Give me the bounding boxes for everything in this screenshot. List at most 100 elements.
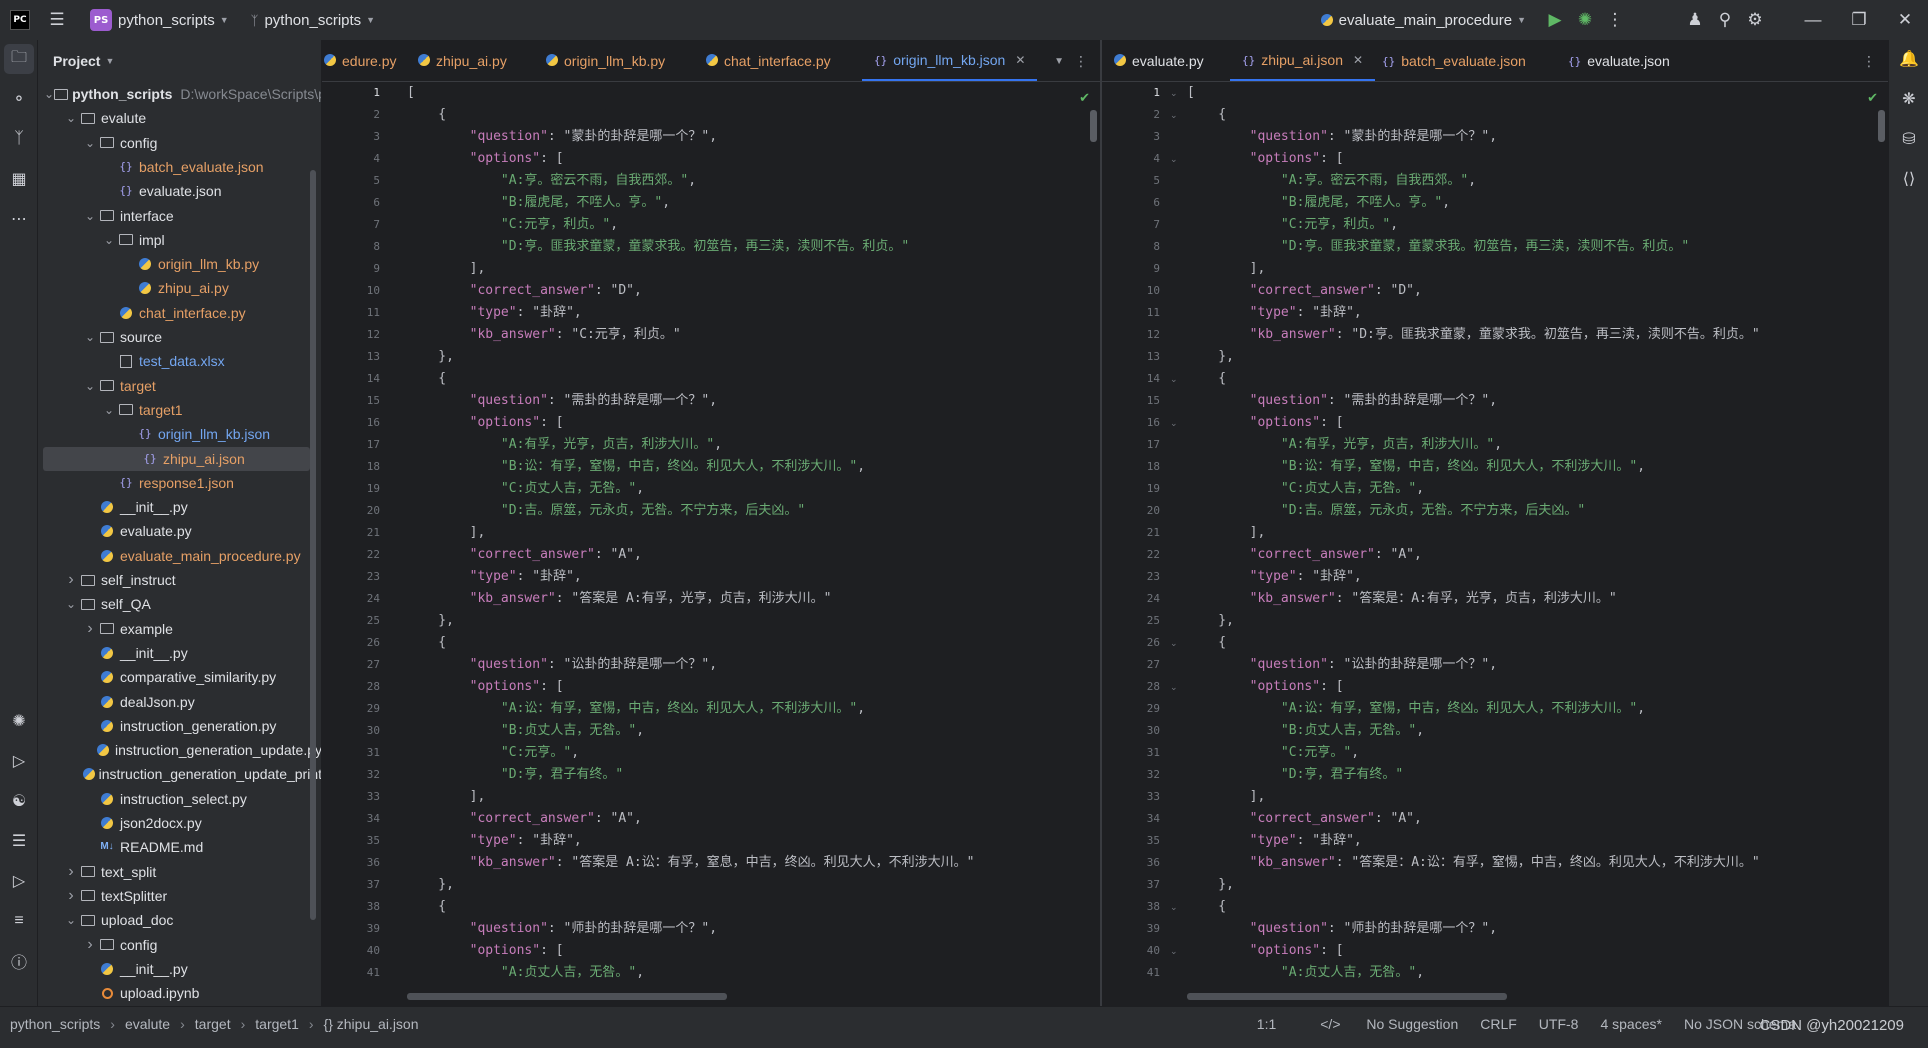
breadcrumb-item[interactable]: target1 bbox=[255, 1016, 299, 1032]
fold-chevron-icon[interactable]: ⌄ bbox=[1170, 676, 1180, 698]
chevron-down-icon[interactable]: ⌄ bbox=[82, 325, 98, 349]
tree-item[interactable]: chat_interface.py bbox=[38, 301, 321, 325]
project-switcher[interactable]: PS python_scripts ▼ bbox=[90, 9, 229, 31]
database-icon[interactable]: ⛁ bbox=[1894, 124, 1924, 154]
tree-item[interactable]: ⌄ evalute bbox=[38, 106, 321, 130]
terminal-icon[interactable]: ≡ bbox=[4, 906, 34, 936]
tree-item[interactable]: evaluate.py bbox=[38, 519, 321, 543]
chevron-down-icon[interactable]: ⌄ bbox=[63, 908, 79, 932]
right-horizontal-scrollbar[interactable] bbox=[1187, 993, 1507, 1000]
tree-item[interactable]: › config bbox=[38, 933, 321, 957]
branch-switcher[interactable]: ᛉ python_scripts ▼ bbox=[251, 12, 375, 29]
run-icon[interactable]: ▶ bbox=[1540, 5, 1570, 35]
more-tabs-icon[interactable]: ⋮ bbox=[1862, 40, 1876, 81]
tree-item[interactable]: origin_llm_kb.py bbox=[38, 252, 321, 276]
fold-chevron-icon[interactable]: ⌄ bbox=[1170, 940, 1180, 962]
breadcrumb-item[interactable]: python_scripts bbox=[10, 1016, 100, 1032]
tree-item[interactable]: __init__.py bbox=[38, 495, 321, 519]
line-separator[interactable]: CRLF bbox=[1480, 1016, 1517, 1032]
more-icon[interactable]: ⋮ bbox=[1600, 5, 1630, 35]
chevron-down-icon[interactable]: ⌄ bbox=[82, 374, 98, 398]
tree-item[interactable]: M↓ README.md bbox=[38, 835, 321, 859]
chevron-down-icon[interactable]: ⌄ bbox=[63, 106, 79, 130]
left-horizontal-scrollbar[interactable] bbox=[407, 993, 727, 1000]
fold-chevron-icon[interactable]: ⌄ bbox=[1170, 148, 1180, 170]
editor-tab[interactable]: {} origin_llm_kb.json ✕ bbox=[862, 40, 1038, 81]
close-window-icon[interactable]: ✕ bbox=[1882, 5, 1928, 35]
tree-item[interactable]: ⌄ config bbox=[38, 131, 321, 155]
chevron-right-icon[interactable]: › bbox=[63, 568, 79, 592]
main-menu-icon[interactable]: ☰ bbox=[42, 5, 72, 35]
editor-tab[interactable]: {} zhipu_ai.json ✕ bbox=[1230, 40, 1376, 81]
fold-chevron-icon[interactable]: ⌄ bbox=[1170, 412, 1180, 434]
layers-icon[interactable]: ☰ bbox=[4, 826, 34, 856]
tree-item[interactable]: {} origin_llm_kb.json bbox=[38, 422, 321, 446]
search-icon[interactable]: ⚲ bbox=[1710, 5, 1740, 35]
chevron-down-icon[interactable]: ⌄ bbox=[82, 131, 98, 155]
tree-item[interactable]: ⌄ target bbox=[38, 374, 321, 398]
debug-icon[interactable]: ✺ bbox=[1570, 5, 1600, 35]
chevron-right-icon[interactable]: › bbox=[63, 884, 79, 908]
project-tool-icon[interactable]: 🗀 bbox=[4, 44, 34, 74]
minimize-icon[interactable]: — bbox=[1790, 5, 1836, 35]
notifications-bell-icon[interactable]: 🔔 bbox=[1894, 44, 1924, 74]
tree-item[interactable]: instruction_generation.py bbox=[38, 714, 321, 738]
right-code-area[interactable]: [ { "question": "蒙卦的卦辞是哪一个？", "options":… bbox=[1187, 82, 1888, 1006]
settings-gear-icon[interactable]: ⚙ bbox=[1740, 5, 1770, 35]
code-suggestion-status[interactable]: </> No Suggestion bbox=[1298, 1016, 1458, 1032]
left-vertical-scrollbar[interactable] bbox=[1090, 110, 1097, 142]
tree-item[interactable]: instruction_select.py bbox=[38, 787, 321, 811]
editor-tab[interactable]: {} batch_evaluate.json bbox=[1382, 40, 1526, 81]
tree-item[interactable]: evaluate_main_procedure.py bbox=[38, 544, 321, 568]
close-tab-icon[interactable]: ✕ bbox=[1353, 53, 1363, 67]
python-console-icon[interactable]: ☯ bbox=[4, 786, 34, 816]
run-tool-icon[interactable]: ▷ bbox=[4, 746, 34, 776]
file-encoding[interactable]: UTF-8 bbox=[1539, 1016, 1579, 1032]
right-vertical-scrollbar[interactable] bbox=[1878, 110, 1885, 142]
problems-icon[interactable]: ⓘ bbox=[4, 946, 34, 976]
add-user-icon[interactable]: ♟ bbox=[1680, 5, 1710, 35]
tree-item[interactable]: __init__.py bbox=[38, 641, 321, 665]
ai-assistant-icon[interactable]: ❋ bbox=[1894, 84, 1924, 114]
fold-chevron-icon[interactable]: ⌄ bbox=[1170, 82, 1180, 104]
project-scrollbar[interactable] bbox=[310, 170, 316, 920]
tree-item[interactable]: {} evaluate.json bbox=[38, 179, 321, 203]
tree-item[interactable]: ⌄ self_QA bbox=[38, 592, 321, 616]
services-icon[interactable]: ▷ bbox=[4, 866, 34, 896]
tree-item[interactable]: __init__.py bbox=[38, 957, 321, 981]
tree-item[interactable]: ⌄ impl bbox=[38, 228, 321, 252]
breadcrumb-item[interactable]: evalute bbox=[125, 1016, 170, 1032]
chevron-right-icon[interactable]: › bbox=[82, 933, 98, 957]
fold-chevron-icon[interactable]: ⌄ bbox=[1170, 632, 1180, 654]
tree-item[interactable]: ⌄ interface bbox=[38, 204, 321, 228]
debug-tool-icon[interactable]: ✺ bbox=[4, 706, 34, 736]
tree-item[interactable]: json2docx.py bbox=[38, 811, 321, 835]
editor-tab[interactable]: chat_interface.py bbox=[706, 40, 831, 81]
chevron-down-icon[interactable]: ⌄ bbox=[44, 82, 54, 106]
fold-chevron-icon[interactable]: ⌄ bbox=[1170, 368, 1180, 390]
tree-item[interactable]: upload.ipynb bbox=[38, 981, 321, 1005]
editor-tab[interactable]: edure.py bbox=[324, 40, 396, 81]
chevron-down-icon[interactable]: ⌄ bbox=[63, 592, 79, 616]
maximize-icon[interactable]: ❐ bbox=[1836, 5, 1882, 35]
chevron-down-icon[interactable]: ⌄ bbox=[82, 204, 98, 228]
tree-item[interactable]: {} batch_evaluate.json bbox=[38, 155, 321, 179]
commit-icon[interactable]: ⚬ bbox=[4, 84, 34, 114]
editor-tab[interactable]: zhipu_ai.py bbox=[418, 40, 507, 81]
tree-item[interactable]: ⌄ source bbox=[38, 325, 321, 349]
chevron-right-icon[interactable]: › bbox=[82, 617, 98, 641]
caret-position[interactable]: 1:1 bbox=[1257, 1016, 1276, 1032]
run-config-selector[interactable]: evaluate_main_procedure ▼ bbox=[1320, 12, 1526, 29]
tree-item[interactable]: › self_instruct bbox=[38, 568, 321, 592]
structure-icon[interactable]: ▦ bbox=[4, 164, 34, 194]
tree-item[interactable]: test_data.xlsx bbox=[38, 349, 321, 373]
editor-tab[interactable]: {} evaluate.json bbox=[1568, 40, 1670, 81]
breadcrumb-item[interactable]: target bbox=[195, 1016, 231, 1032]
tree-item[interactable]: zhipu_ai.py bbox=[38, 276, 321, 300]
chevron-right-icon[interactable]: › bbox=[63, 860, 79, 884]
tree-item[interactable]: comparative_similarity.py bbox=[38, 665, 321, 689]
fold-chevron-icon[interactable]: ⌄ bbox=[1170, 896, 1180, 918]
more-tabs-icon[interactable]: ⋮ bbox=[1074, 40, 1088, 81]
fold-chevron-icon[interactable]: ⌄ bbox=[1170, 104, 1180, 126]
tree-item[interactable]: › example bbox=[38, 617, 321, 641]
